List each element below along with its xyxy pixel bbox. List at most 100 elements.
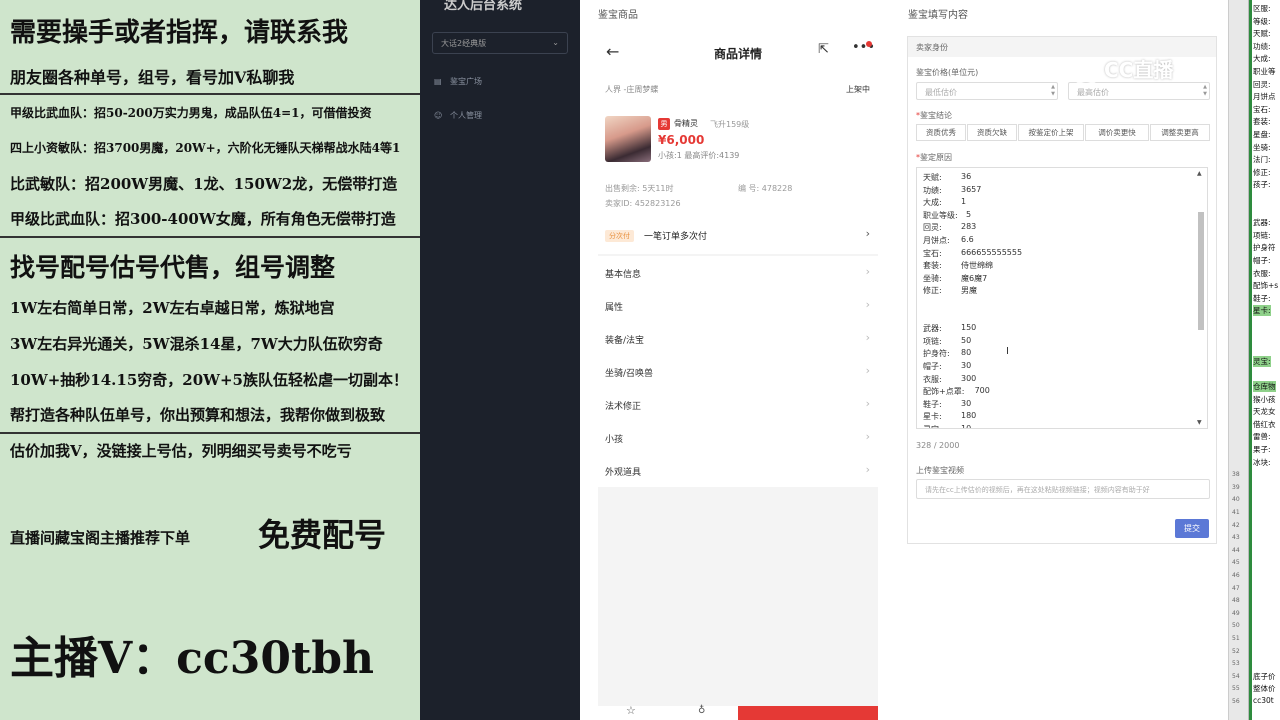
sheet-cell[interactable]: 配饰+s [1253,280,1278,291]
sheet-cell[interactable]: 坐骑: [1253,142,1271,153]
divider [0,432,420,434]
sheet-cell[interactable]: 星盘: [1253,129,1271,140]
sheet-cell[interactable]: 项链: [1253,230,1271,241]
option-button[interactable]: 按鉴定价上架 [1018,124,1084,141]
option-button[interactable]: 资质优秀 [916,124,966,141]
share-icon[interactable]: ⇱ [818,42,829,57]
sheet-cell[interactable]: 套装: [1253,116,1271,127]
chevron-down-icon: ⌄ [552,38,559,47]
sheet-cell[interactable]: 果子: [1253,444,1271,455]
sheet-cell[interactable]: 猴小孩 [1253,394,1276,405]
row-number: 56 [1232,698,1240,705]
option-button[interactable]: 资质欠缺 [967,124,1017,141]
char-count: 328 / 2000 [916,441,960,450]
sheet-cell[interactable]: 鞋子: [1253,293,1271,304]
scroll-up-icon[interactable]: ▲ [1197,170,1202,177]
sheet-cell[interactable]: 天龙女 [1253,406,1276,417]
game-select-value: 大话2经典版 [441,39,487,48]
sheet-cell[interactable]: 大成: [1253,53,1271,64]
menu-item[interactable]: 小孩 › [598,421,878,454]
admin-logo: 达人后台系统 [444,0,523,13]
chevron-right-icon: › [865,298,870,311]
sheet-cell[interactable]: 职业等 [1253,66,1276,77]
row-number: 49 [1232,609,1240,617]
notification-dot [866,41,872,47]
sheet-cell[interactable]: 天赋: [1253,28,1271,39]
reason-key: 灵宝: [923,425,942,428]
sheet-cell[interactable]: 区服: [1253,3,1271,14]
reason-value: 6.6 [961,235,974,244]
reason-line: 大成: 1 [923,197,966,208]
plaza-icon: ▤ [434,77,442,86]
ad-line: 估价加我V，没链接上号估，列明细买号卖号不吃亏 [10,442,352,460]
sheet-cell[interactable]: 孩子: [1253,179,1271,190]
sheet-cell[interactable]: 雷兽: [1253,431,1271,442]
nav-item-plaza[interactable]: ▤ 鉴宝广场 [434,76,482,87]
sheet-cell[interactable]: 武器: [1253,217,1271,228]
sheet-cell[interactable]: 月饼点 [1253,91,1276,102]
menu-item[interactable]: 基本信息 › [598,256,878,289]
reason-key: 衣服: [923,374,942,384]
sheet-cell[interactable]: cc30t [1253,696,1274,705]
row-number: 48 [1232,597,1240,605]
reason-key: 武器: [923,324,942,334]
sheet-cell[interactable]: 护身符 [1253,242,1276,253]
reason-key: 鞋子: [923,399,942,409]
reason-value: 男魔 [961,286,977,296]
spinner-icon[interactable]: ▲ ▼ [1051,84,1055,98]
star-icon[interactable]: ☆ [626,704,636,717]
sheet-cell[interactable]: 灵宝: [1253,355,1271,367]
video-link-input[interactable]: 请先在cc上传估价的视频后，再在这处粘贴视频链接；视频内容有助于好 [916,479,1210,499]
reason-textarea[interactable]: ▲ ▼ I 天赋: 36 功绩: 3657 大成: 1 职业等级: 5 回灵: 283 月饼点: 6.… [916,167,1208,429]
installment-row[interactable]: 分次付 一笔订单多次付 › [598,218,878,254]
buy-button[interactable] [738,706,878,720]
scrollbar[interactable]: ▲ ▼ [1197,170,1205,426]
scroll-thumb[interactable] [1198,212,1204,330]
bulb-icon[interactable]: ♁ [698,705,705,716]
reason-value: 3657 [961,184,982,194]
ad-line: 10W+抽秒14.15穷奇，20W+5族队伍轻松虐一切副本！ [10,371,408,389]
sheet-cell[interactable]: 功绩: [1253,41,1271,52]
ad-line: 主播V：cc30tbh [10,633,375,684]
sheet-cell[interactable]: 仓库物 [1253,381,1276,392]
nav-label: 鉴宝广场 [450,77,482,86]
sheet-cell[interactable]: 冰块: [1253,457,1271,468]
divider [0,93,420,95]
option-button[interactable]: 调价卖更快 [1085,124,1149,141]
appraisal-form: 卖家身份 鉴宝价格(单位元) 最低估价 ▲ ▼ 最高估价 ▲ ▼ *鉴宝结论 资质优… [907,36,1217,544]
menu-item[interactable]: 属性 › [598,289,878,322]
reason-line: 套装: 侍世绵绵 [923,260,993,271]
scroll-down-icon[interactable]: ▼ [1197,419,1202,426]
row-number: 38 [1232,471,1240,479]
game-select[interactable]: 大话2经典版 ⌄ [432,32,568,54]
spinner-icon[interactable]: ▲ ▼ [1203,84,1207,98]
submit-button[interactable]: 提交 [1175,519,1209,538]
sheet-cell[interactable]: 帽子: [1253,255,1271,266]
menu-item[interactable]: 装备/法宝 › [598,322,878,355]
sheet-cell[interactable]: 整体价 [1253,683,1276,694]
chevron-right-icon: › [865,364,870,377]
menu-item[interactable]: 坐骑/召唤兽 › [598,355,878,388]
admin-sidebar: 达人后台系统 大话2经典版 ⌄ ▤ 鉴宝广场 ☺ 个人管理 [420,0,580,720]
row-number: 46 [1232,572,1240,579]
menu-item[interactable]: 外观道具 › [598,454,878,487]
menu-item[interactable]: 法术修正 › [598,388,878,421]
menu-item-label: 小孩 [605,435,624,445]
reason-value: 30 [961,398,972,408]
sheet-cell[interactable]: 修正: [1253,167,1271,178]
nav-item-personal[interactable]: ☺ 个人管理 [434,110,482,121]
sheet-cell[interactable]: 宝石: [1253,104,1271,115]
min-price-input[interactable]: 最低估价 ▲ ▼ [916,82,1058,100]
reason-value: 魔6魔7 [961,273,988,283]
sheet-cell[interactable]: 回灵: [1253,79,1271,90]
avatar [605,116,651,162]
sheet-cell[interactable]: 衣服: [1253,268,1271,279]
reason-value: 侍世绵绵 [961,261,993,271]
sheet-cell[interactable]: 底子价 [1253,671,1276,682]
option-button[interactable]: 调整卖更高 [1150,124,1210,141]
sheet-cell[interactable]: 借红衣 [1253,419,1276,430]
sheet-cell[interactable]: 等级: [1253,16,1271,27]
reason-line: 功绩: 3657 [923,185,981,196]
sheet-cell[interactable]: 法门: [1253,154,1271,165]
sheet-cell[interactable]: 星卡: [1253,305,1271,317]
